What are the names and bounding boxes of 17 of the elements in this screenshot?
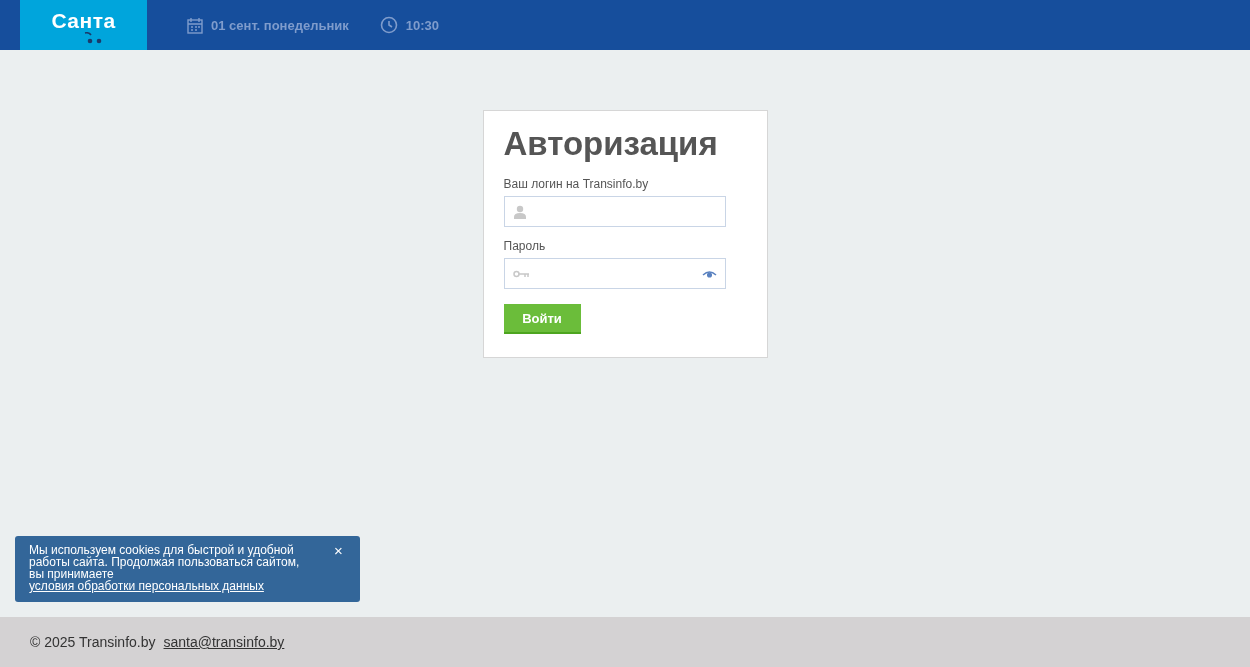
cookie-text: Мы используем cookies для быстрой и удобной работы сайта. Продолжая пользоваться сайтом, вы принимаете условия обработки персональных данных [29, 544, 301, 592]
logo-text: Санта [51, 10, 116, 32]
eye-icon[interactable] [701, 269, 717, 278]
copyright-text: © 2025 Transinfo.by [30, 634, 156, 650]
email-link[interactable]: santa@transinfo.by [163, 634, 285, 650]
login-field[interactable] [503, 196, 726, 227]
form-title: Авторизация [503, 125, 718, 163]
calendar-icon [187, 16, 203, 34]
login-label: Ваш логин на Transinfo.by [503, 177, 649, 191]
key-icon [512, 269, 530, 278]
password-field[interactable] [503, 258, 726, 289]
password-label: Пароль [503, 239, 546, 253]
clock-icon [379, 16, 398, 34]
close-button[interactable]: × [334, 544, 343, 558]
time-text: 10:30 [405, 17, 440, 33]
date-text: 01 сент. понедельник [211, 17, 349, 33]
user-icon [512, 204, 527, 219]
